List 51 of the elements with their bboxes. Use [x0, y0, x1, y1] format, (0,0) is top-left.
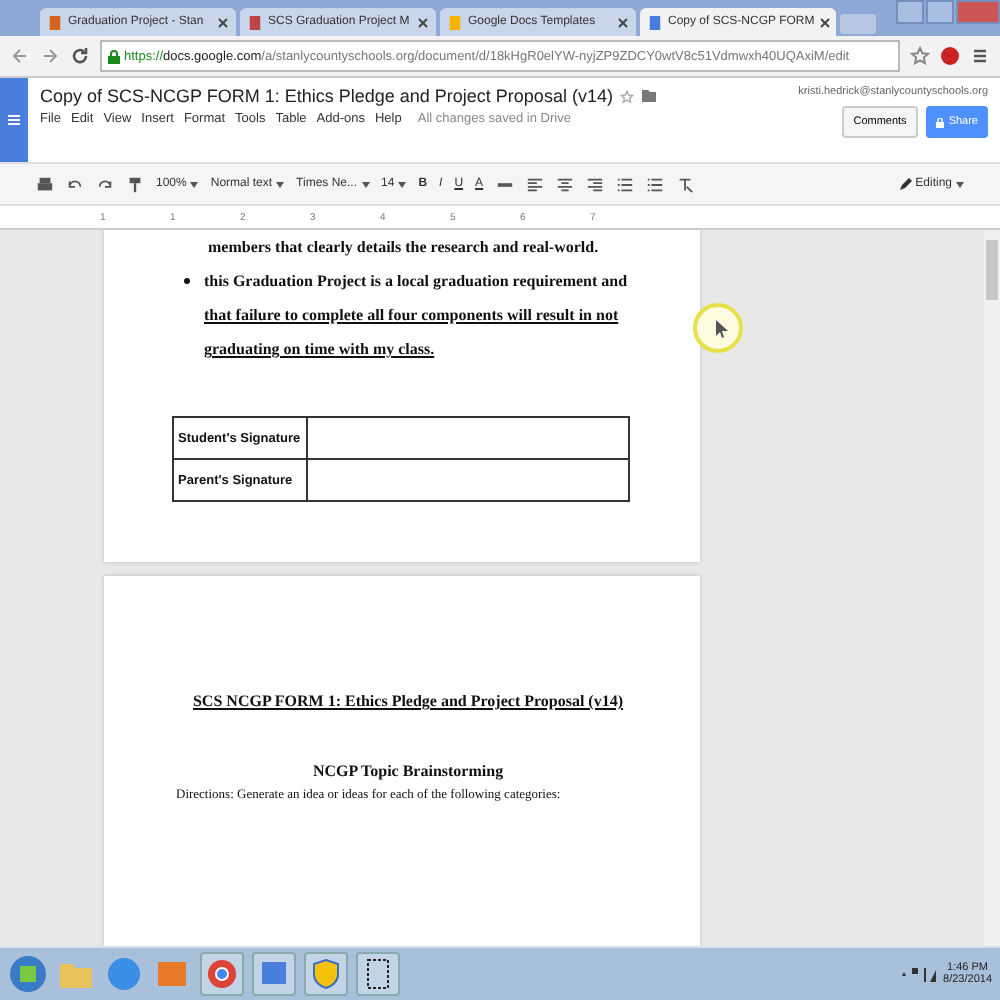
- menu-icon[interactable]: [970, 46, 990, 66]
- pencil-icon: [899, 178, 912, 190]
- reload-icon[interactable]: [70, 46, 90, 66]
- caret-icon: [956, 181, 964, 187]
- undo-icon[interactable]: [66, 175, 84, 193]
- body-text: members that clearly details the research and real-world.: [208, 236, 601, 260]
- close-icon[interactable]: [618, 17, 628, 27]
- paint-format-icon[interactable]: [126, 175, 144, 193]
- docs-home-button[interactable]: [0, 78, 28, 162]
- page-icon: [448, 15, 462, 29]
- caret-icon: [398, 181, 407, 187]
- control-panel-icon[interactable]: [252, 952, 296, 996]
- clear-formatting-icon[interactable]: [675, 175, 694, 193]
- signature-field[interactable]: [307, 459, 629, 501]
- forward-arrow-icon[interactable]: [40, 46, 60, 66]
- close-icon[interactable]: [418, 17, 428, 27]
- menu-icon: [6, 112, 22, 128]
- back-arrow-icon[interactable]: [10, 46, 30, 66]
- document-title[interactable]: Copy of SCS-NCGP FORM 1: Ethics Pledge and Project Proposal (v14): [40, 86, 613, 106]
- close-icon[interactable]: [218, 17, 228, 27]
- align-center-icon[interactable]: [555, 175, 574, 193]
- start-button[interactable]: [8, 954, 48, 994]
- caret-icon: [276, 181, 285, 187]
- section-heading: NCGP Topic Brainstorming: [310, 762, 506, 780]
- form-heading: SCS NCGP FORM 1: Ethics Pledge and Project Proposal (v14): [190, 692, 626, 710]
- scrollbar[interactable]: [984, 230, 1000, 946]
- align-right-icon[interactable]: [585, 175, 604, 193]
- page-icon: [48, 15, 62, 29]
- tray-icons[interactable]: [899, 966, 936, 982]
- tablet-icon[interactable]: [356, 952, 400, 996]
- bullet-text: this Graduation Project is a local graduation requirement and that failure to complete all four components will result in not graduating on time with my class.: [204, 270, 628, 362]
- chrome-icon[interactable]: [200, 952, 244, 996]
- redo-icon[interactable]: [96, 175, 114, 193]
- bullet-icon: [184, 278, 190, 284]
- numbered-list-icon[interactable]: [615, 175, 634, 193]
- lock-icon: [108, 49, 120, 63]
- align-left-icon[interactable]: [525, 175, 544, 193]
- bulleted-list-icon[interactable]: [645, 175, 664, 193]
- print-icon[interactable]: [36, 175, 54, 193]
- caret-icon: [361, 181, 369, 187]
- lock-icon: [936, 117, 945, 127]
- star-icon[interactable]: [910, 46, 930, 66]
- page-icon: [248, 15, 262, 29]
- caret-icon: [190, 181, 199, 187]
- cursor-highlight-ring: [692, 302, 744, 354]
- star-icon[interactable]: [620, 89, 635, 103]
- signature-field[interactable]: [307, 417, 629, 459]
- extension-icon[interactable]: [940, 46, 960, 66]
- close-icon[interactable]: [820, 17, 831, 27]
- page-icon: [648, 15, 662, 29]
- folder-icon[interactable]: [642, 90, 657, 102]
